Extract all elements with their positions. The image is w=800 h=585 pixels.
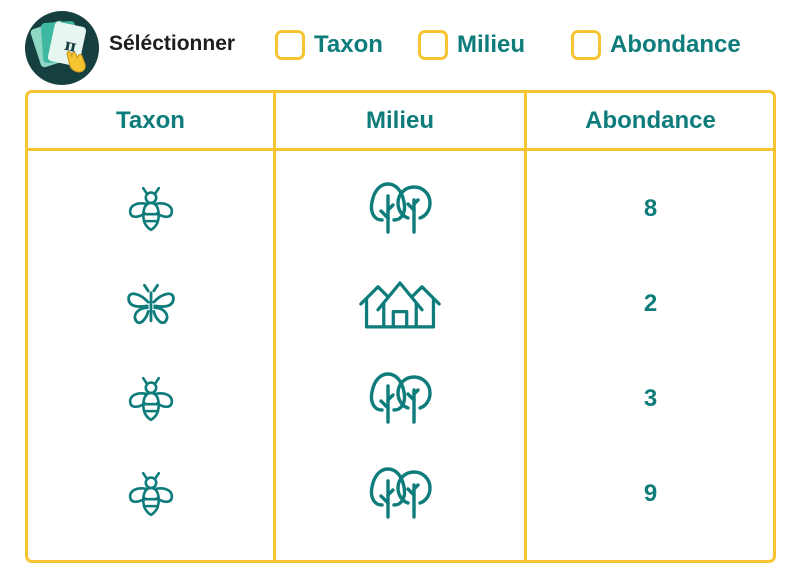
checkbox-taxon[interactable]: Taxon <box>275 30 383 60</box>
milieu-cell <box>276 446 524 541</box>
milieu-cell <box>276 351 524 446</box>
checkbox-milieu-box[interactable] <box>418 30 448 60</box>
abondance-value: 2 <box>643 289 658 317</box>
milieu-cell <box>276 161 524 256</box>
checkbox-milieu-label[interactable]: Milieu <box>457 31 525 59</box>
taxon-cell <box>28 351 273 446</box>
houses-icon <box>357 275 443 333</box>
header-divider <box>28 148 773 151</box>
taxon-cell <box>28 161 273 256</box>
taxon-cell <box>28 256 273 351</box>
column-header-milieu: Milieu <box>365 106 434 134</box>
cards-pointer-icon: π <box>24 10 104 90</box>
abondance-value: 3 <box>643 384 658 412</box>
trees-icon <box>365 459 435 529</box>
abondance-value: 9 <box>643 479 658 507</box>
table-row: 2 <box>28 256 773 351</box>
butterfly-icon <box>123 276 179 332</box>
taxon-cell <box>28 446 273 541</box>
select-label: Séléctionner <box>109 32 236 55</box>
bee-icon <box>125 468 177 520</box>
data-table: Taxon Milieu Abondance 8 2 3 9 <box>25 90 776 563</box>
checkbox-taxon-box[interactable] <box>275 30 305 60</box>
checkbox-milieu[interactable]: Milieu <box>418 30 525 60</box>
trees-icon <box>365 174 435 244</box>
table-row: 8 <box>28 161 773 256</box>
bee-icon <box>125 373 177 425</box>
trees-icon <box>365 364 435 434</box>
checkbox-abondance-label[interactable]: Abondance <box>610 31 741 59</box>
column-header-taxon: Taxon <box>116 106 185 134</box>
table-row: 3 <box>28 351 773 446</box>
bee-icon <box>125 183 177 235</box>
abondance-value: 8 <box>643 194 658 222</box>
table-row: 9 <box>28 446 773 541</box>
checkbox-abondance[interactable]: Abondance <box>571 30 741 60</box>
toolbar: π Séléctionner Taxon Milieu Abondance <box>24 8 784 86</box>
milieu-cell <box>276 256 524 351</box>
checkbox-abondance-box[interactable] <box>571 30 601 60</box>
column-header-abondance: Abondance <box>585 106 716 134</box>
checkbox-taxon-label[interactable]: Taxon <box>314 31 383 59</box>
